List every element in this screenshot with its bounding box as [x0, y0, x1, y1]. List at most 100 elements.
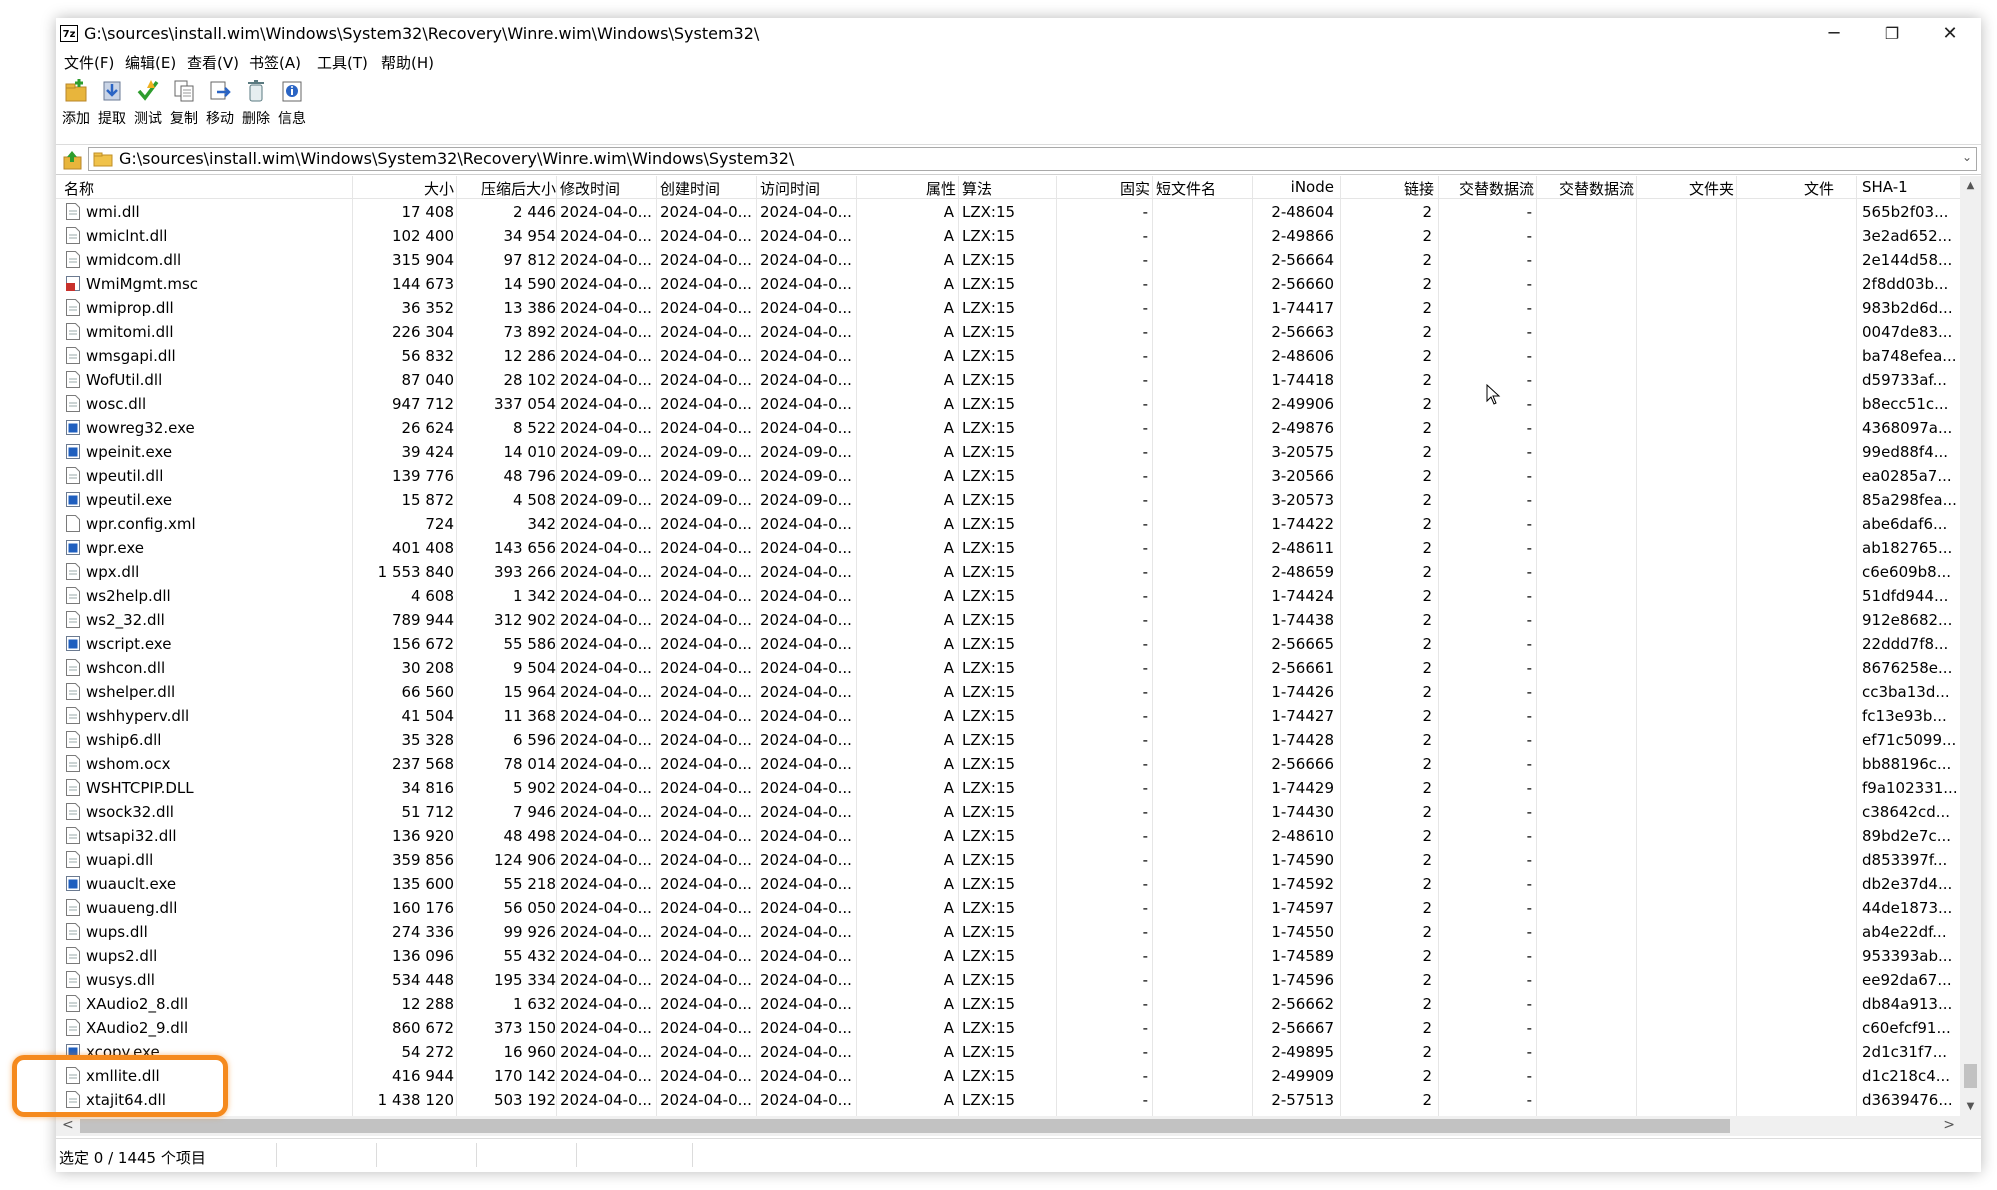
column-packed-size[interactable]: 压缩后大小 [460, 178, 556, 199]
menu-file[interactable]: 文件(F) [64, 52, 114, 73]
table-row[interactable]: wscript.exe 156 672 55 586 2024-04-0... 2024… [56, 632, 1960, 656]
extract-button[interactable]: 提取 [94, 78, 130, 138]
alt-streams-cell: - [1526, 563, 1532, 581]
folder-up-icon[interactable] [62, 149, 84, 171]
table-row[interactable]: wmitomi.dll 226 304 73 892 2024-04-0... 2024… [56, 320, 1960, 344]
attributes-cell: A [943, 395, 954, 413]
delete-button[interactable]: 删除 [238, 78, 274, 138]
table-row[interactable]: wusys.dll 534 448 195 334 2024-04-0... 2024-… [56, 968, 1960, 992]
attributes-cell: A [943, 515, 954, 533]
scroll-up-icon[interactable]: ▲ [1960, 180, 1981, 191]
table-row[interactable]: XAudio2_9.dll 860 672 373 150 2024-04-0... 2… [56, 1016, 1960, 1040]
column-alt-streams-2[interactable]: 交替数据流 [1540, 178, 1634, 199]
chevron-down-icon[interactable]: ⌄ [1962, 150, 1972, 164]
table-row[interactable]: wuaueng.dll 160 176 56 050 2024-04-0... 2024… [56, 896, 1960, 920]
menu-bookmarks[interactable]: 书签(A) [249, 52, 301, 73]
scroll-left-icon[interactable]: < [62, 1117, 74, 1133]
table-row[interactable]: wuauclt.exe 135 600 55 218 2024-04-0... 2024… [56, 872, 1960, 896]
table-row[interactable]: ws2help.dll 4 608 1 342 2024-04-0... 2024-04… [56, 584, 1960, 608]
table-row[interactable]: wpr.config.xml 724 342 2024-04-0... 2024-04-… [56, 512, 1960, 536]
column-files[interactable]: 文件 [1740, 178, 1834, 199]
table-row[interactable]: wship6.dll 35 328 6 596 2024-04-0... 2024-04… [56, 728, 1960, 752]
packed-size-cell: 13 386 [503, 299, 557, 317]
table-row[interactable]: wmi.dll 17 408 2 446 2024-04-0... 2024-04-0.… [56, 200, 1960, 224]
accessed-cell: 2024-04-0... [760, 779, 852, 797]
column-links[interactable]: 链接 [1346, 178, 1434, 199]
table-row[interactable]: wmidcom.dll 315 904 97 812 2024-04-0... 2024… [56, 248, 1960, 272]
accessed-cell: 2024-04-0... [760, 923, 852, 941]
column-attributes[interactable]: 属性 [866, 178, 956, 199]
table-row[interactable]: wshelper.dll 66 560 15 964 2024-04-0... 2024… [56, 680, 1960, 704]
column-alt-streams[interactable]: 交替数据流 [1440, 178, 1534, 199]
table-row[interactable]: wosc.dll 947 712 337 054 2024-04-0... 2024-0… [56, 392, 1960, 416]
column-inode[interactable]: iNode [1256, 178, 1334, 196]
solid-cell: - [1142, 875, 1148, 893]
created-cell: 2024-04-0... [660, 227, 752, 245]
table-row[interactable]: wtsapi32.dll 136 920 48 498 2024-04-0... 202… [56, 824, 1960, 848]
maximize-button[interactable]: ❐ [1863, 18, 1921, 50]
attributes-cell: A [943, 683, 954, 701]
close-button[interactable]: ✕ [1921, 18, 1979, 50]
packed-size-cell: 342 [527, 515, 556, 533]
column-created[interactable]: 创建时间 [660, 178, 720, 199]
column-folders[interactable]: 文件夹 [1640, 178, 1734, 199]
table-row[interactable]: xmllite.dll 416 944 170 142 2024-04-0... 202… [56, 1064, 1960, 1088]
packed-size-cell: 4 508 [513, 491, 556, 509]
table-row[interactable]: XAudio2_8.dll 12 288 1 632 2024-04-0... 2024… [56, 992, 1960, 1016]
modified-cell: 2024-09-0... [560, 491, 652, 509]
table-row[interactable]: wowreg32.exe 26 624 8 522 2024-04-0... 2024-… [56, 416, 1960, 440]
menu-edit[interactable]: 编辑(E) [125, 52, 176, 73]
add-button[interactable]: 添加 [58, 78, 94, 138]
table-row[interactable]: wpx.dll 1 553 840 393 266 2024-04-0... 2024-… [56, 560, 1960, 584]
table-row[interactable]: wmsgapi.dll 56 832 12 286 2024-04-0... 2024-… [56, 344, 1960, 368]
copy-button[interactable]: 复制 [166, 78, 202, 138]
horizontal-scroll-thumb[interactable] [80, 1119, 1730, 1133]
table-row[interactable]: wpeinit.exe 39 424 14 010 2024-09-0... 2024-… [56, 440, 1960, 464]
solid-cell: - [1142, 611, 1148, 629]
column-method[interactable]: 算法 [962, 178, 992, 199]
vertical-scrollbar[interactable]: ▲ ▼ [1960, 176, 1981, 1116]
column-modified[interactable]: 修改时间 [560, 178, 620, 199]
scroll-down-icon[interactable]: ▼ [1960, 1101, 1981, 1112]
test-button[interactable]: 测试 [130, 78, 166, 138]
table-row[interactable]: ws2_32.dll 789 944 312 902 2024-04-0... 2024… [56, 608, 1960, 632]
table-row[interactable]: wmiclnt.dll 102 400 34 954 2024-04-0... 2024… [56, 224, 1960, 248]
column-accessed[interactable]: 访问时间 [760, 178, 820, 199]
file-list[interactable]: 名称 大小 压缩后大小 修改时间 创建时间 访问时间 属性 算法 固实 短文件名… [56, 176, 1960, 1116]
dll-file-icon [66, 659, 80, 676]
table-row[interactable]: wshhyperv.dll 41 504 11 368 2024-04-0... 202… [56, 704, 1960, 728]
scroll-right-icon[interactable]: > [1943, 1117, 1955, 1133]
info-button[interactable]: 信息 [274, 78, 310, 138]
table-row[interactable]: wpeutil.dll 139 776 48 796 2024-09-0... 2024… [56, 464, 1960, 488]
table-row[interactable]: wpr.exe 401 408 143 656 2024-04-0... 2024-04… [56, 536, 1960, 560]
vertical-scroll-thumb[interactable] [1964, 1064, 1977, 1088]
table-row[interactable]: wsock32.dll 51 712 7 946 2024-04-0... 2024-0… [56, 800, 1960, 824]
column-name[interactable]: 名称 [64, 178, 94, 199]
address-field[interactable]: G:\sources\install.wim\Windows\System32\… [88, 147, 1977, 171]
size-cell: 35 328 [401, 731, 455, 749]
menu-tools[interactable]: 工具(T) [317, 52, 368, 73]
table-row[interactable]: wmiprop.dll 36 352 13 386 2024-04-0... 2024-… [56, 296, 1960, 320]
menu-view[interactable]: 查看(V) [187, 52, 239, 73]
column-size[interactable]: 大小 [346, 178, 454, 199]
menu-help[interactable]: 帮助(H) [381, 52, 434, 73]
table-row[interactable]: wshcon.dll 30 208 9 504 2024-04-0... 2024-04… [56, 656, 1960, 680]
column-sha1[interactable]: SHA-1 [1862, 178, 1908, 196]
table-row[interactable]: wpeutil.exe 15 872 4 508 2024-09-0... 2024-0… [56, 488, 1960, 512]
table-row[interactable]: WSHTCPIP.DLL 34 816 5 902 2024-04-0... 2024-… [56, 776, 1960, 800]
table-row[interactable]: wups2.dll 136 096 55 432 2024-04-0... 2024-0… [56, 944, 1960, 968]
move-button[interactable]: 移动 [202, 78, 238, 138]
horizontal-scrollbar[interactable]: < > [56, 1116, 1981, 1136]
size-cell: 87 040 [401, 371, 455, 389]
table-row[interactable]: xcopy.exe 54 272 16 960 2024-04-0... 2024-04… [56, 1040, 1960, 1064]
table-row[interactable]: WmiMgmt.msc 144 673 14 590 2024-04-0... 2024… [56, 272, 1960, 296]
table-row[interactable]: wuapi.dll 359 856 124 906 2024-04-0... 2024-… [56, 848, 1960, 872]
table-row[interactable]: wups.dll 274 336 99 926 2024-04-0... 2024-04… [56, 920, 1960, 944]
table-row[interactable]: xtajit64.dll 1 438 120 503 192 2024-04-0...… [56, 1088, 1960, 1112]
minimize-button[interactable]: ─ [1805, 18, 1863, 50]
created-cell: 2024-04-0... [660, 971, 752, 989]
table-row[interactable]: wshom.ocx 237 568 78 014 2024-04-0... 2024-0… [56, 752, 1960, 776]
column-short-name[interactable]: 短文件名 [1156, 178, 1216, 199]
table-row[interactable]: WofUtil.dll 87 040 28 102 2024-04-0... 2024-… [56, 368, 1960, 392]
column-solid[interactable]: 固实 [1056, 178, 1150, 199]
